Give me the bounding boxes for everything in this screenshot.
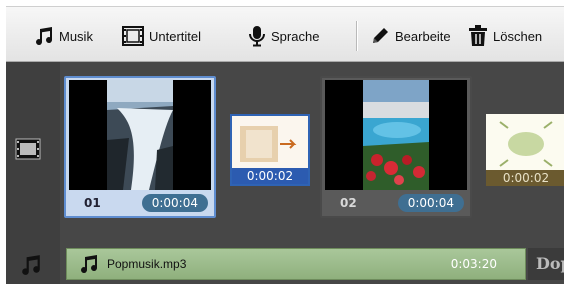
pencil-icon [373, 28, 388, 43]
photo-clip-02[interactable]: 02 0:00:04 [320, 76, 472, 218]
voice-button[interactable]: Sprache [248, 23, 319, 49]
transition-1[interactable]: 0:00:02 [230, 114, 310, 186]
music-track-header [6, 246, 60, 284]
music-track: Popmusik.mp3 0:03:20 Dop [6, 246, 564, 284]
film-strip-icon [15, 138, 41, 160]
clip-duration: 0:00:04 [397, 194, 464, 212]
subtitle-button[interactable]: Untertitel [122, 23, 201, 49]
clip-number: 01 [84, 196, 101, 210]
microphone-icon [249, 26, 265, 47]
delete-button[interactable]: Löschen [468, 23, 542, 49]
clip-duration: 0:00:04 [141, 194, 208, 212]
music-clip[interactable]: Popmusik.mp3 0:03:20 [66, 248, 526, 280]
transition-duration: 0:00:02 [486, 170, 564, 186]
clip-thumbnail-waterfall [69, 80, 211, 190]
clip-thumbnail-pool [325, 80, 467, 190]
music-note-icon [36, 27, 53, 46]
subtitle-button-label: Untertitel [149, 28, 202, 44]
music-clip-next-label: Dop [536, 254, 564, 273]
clip-number: 02 [340, 196, 357, 210]
music-file-name: Popmusik.mp3 [107, 257, 187, 271]
photo-clip-01[interactable]: 01 0:00:04 [64, 76, 216, 218]
delete-button-label: Löschen [493, 28, 543, 44]
toolbar-divider [356, 21, 358, 51]
music-clip-next[interactable]: Dop [528, 248, 564, 280]
transition-thumbnail [486, 114, 564, 170]
film-strip-icon [122, 26, 144, 46]
edit-button[interactable]: Bearbeite [370, 23, 451, 49]
transition-2[interactable]: 0:00:02 [486, 114, 564, 186]
music-button-label: Musik [59, 28, 93, 44]
music-note-icon [81, 255, 98, 274]
trash-icon [469, 25, 487, 46]
music-button[interactable]: Musik [34, 23, 93, 49]
music-duration: 0:03:20 [450, 257, 497, 271]
video-track: 01 0:00:04 0:00:02 02 0:00:04 0:00:02 [6, 62, 564, 246]
transition-thumbnail [232, 116, 308, 172]
toolbar: Musik Untertitel Sprache Bearbeite Lösch… [6, 6, 564, 62]
edit-button-label: Bearbeite [395, 28, 451, 44]
music-note-icon [22, 255, 40, 275]
video-track-header [6, 62, 60, 246]
voice-button-label: Sprache [271, 28, 320, 44]
transition-duration: 0:00:02 [232, 168, 308, 184]
